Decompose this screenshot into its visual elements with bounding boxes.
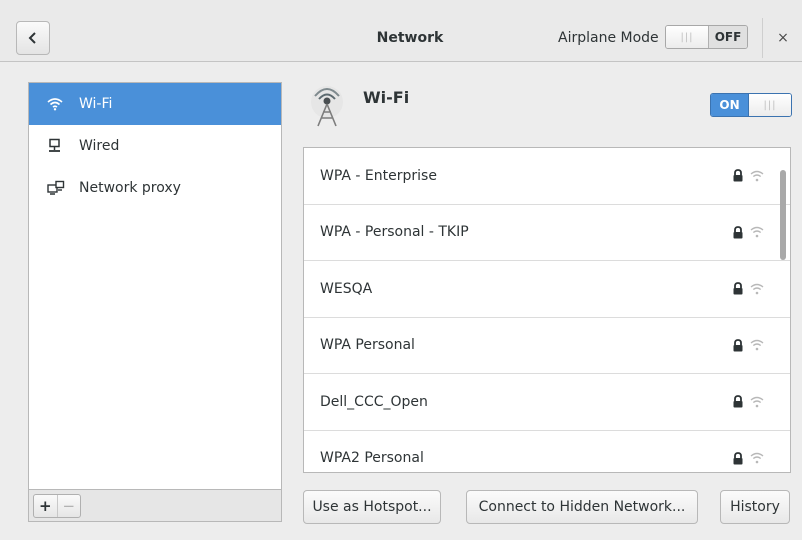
network-row[interactable]: WPA - Enterprise — [304, 148, 790, 205]
wifi-icon — [47, 97, 69, 111]
network-row[interactable]: WPA2 Personal — [304, 431, 790, 473]
sidebar-toolbar: + − — [28, 490, 282, 522]
airplane-mode-label: Airplane Mode — [558, 30, 659, 46]
wireless-tower-icon — [311, 86, 343, 127]
network-row[interactable]: WPA - Personal - TKIP — [304, 205, 790, 261]
sidebar-item-label: Wi-Fi — [79, 96, 113, 112]
lock-icon — [733, 169, 743, 182]
wifi-signal-icon — [750, 227, 764, 238]
use-as-hotspot-button[interactable]: Use as Hotspot... — [303, 490, 441, 524]
sidebar-item-label: Network proxy — [79, 180, 181, 196]
wifi-signal-icon — [750, 396, 764, 408]
sidebar: Wi-Fi Wired Network proxy — [28, 82, 282, 490]
connect-hidden-network-button[interactable]: Connect to Hidden Network... — [466, 490, 698, 524]
wifi-switch-state: ON — [711, 94, 749, 116]
network-list-scrollbar[interactable] — [780, 170, 786, 260]
lock-icon — [733, 338, 743, 352]
network-proxy-icon — [47, 180, 69, 196]
lock-icon — [733, 395, 743, 408]
remove-connection-button[interactable]: − — [56, 495, 81, 517]
network-name: WPA Personal — [320, 337, 415, 354]
network-name: WPA - Enterprise — [320, 167, 437, 184]
switch-handle: ||| — [666, 26, 708, 48]
network-name: WESQA — [320, 280, 373, 297]
add-remove-group: + − — [33, 494, 81, 518]
add-connection-button[interactable]: + — [34, 495, 57, 517]
header-separator — [762, 18, 763, 58]
lock-icon — [733, 282, 743, 295]
network-row[interactable]: WESQA — [304, 261, 790, 318]
sidebar-item-label: Wired — [79, 138, 120, 154]
network-list: WPA - Enterprise WPA - Personal - TKIP W… — [303, 147, 791, 473]
network-row[interactable]: Dell_CCC_Open — [304, 374, 790, 431]
close-button[interactable]: × — [773, 28, 793, 48]
wifi-signal-icon — [750, 283, 764, 295]
airplane-mode-switch[interactable]: ||| OFF — [665, 25, 748, 49]
wifi-signal-icon — [750, 170, 764, 182]
airplane-mode-state: OFF — [708, 26, 747, 48]
close-icon: × — [777, 30, 789, 46]
sidebar-item-wifi[interactable]: Wi-Fi — [29, 83, 281, 125]
wifi-signal-icon — [750, 340, 764, 351]
wifi-signal-icon — [750, 453, 764, 464]
header-bar: Network Airplane Mode ||| OFF × — [0, 0, 802, 62]
wifi-section-title: Wi-Fi — [363, 88, 410, 107]
wired-icon — [47, 138, 69, 154]
wifi-switch[interactable]: ON ||| — [710, 93, 792, 117]
network-name: WPA2 Personal — [320, 450, 424, 467]
history-button[interactable]: History — [720, 490, 790, 524]
lock-icon — [733, 451, 743, 465]
sidebar-item-network-proxy[interactable]: Network proxy — [29, 167, 281, 209]
switch-handle: ||| — [749, 94, 791, 116]
network-name: WPA - Personal - TKIP — [320, 224, 469, 241]
sidebar-item-wired[interactable]: Wired — [29, 125, 281, 167]
network-name: Dell_CCC_Open — [320, 393, 428, 410]
lock-icon — [733, 225, 743, 239]
network-row[interactable]: WPA Personal — [304, 318, 790, 374]
main-area: Wi-Fi Wired Network proxy + − Wi-Fi ON |… — [0, 62, 802, 540]
